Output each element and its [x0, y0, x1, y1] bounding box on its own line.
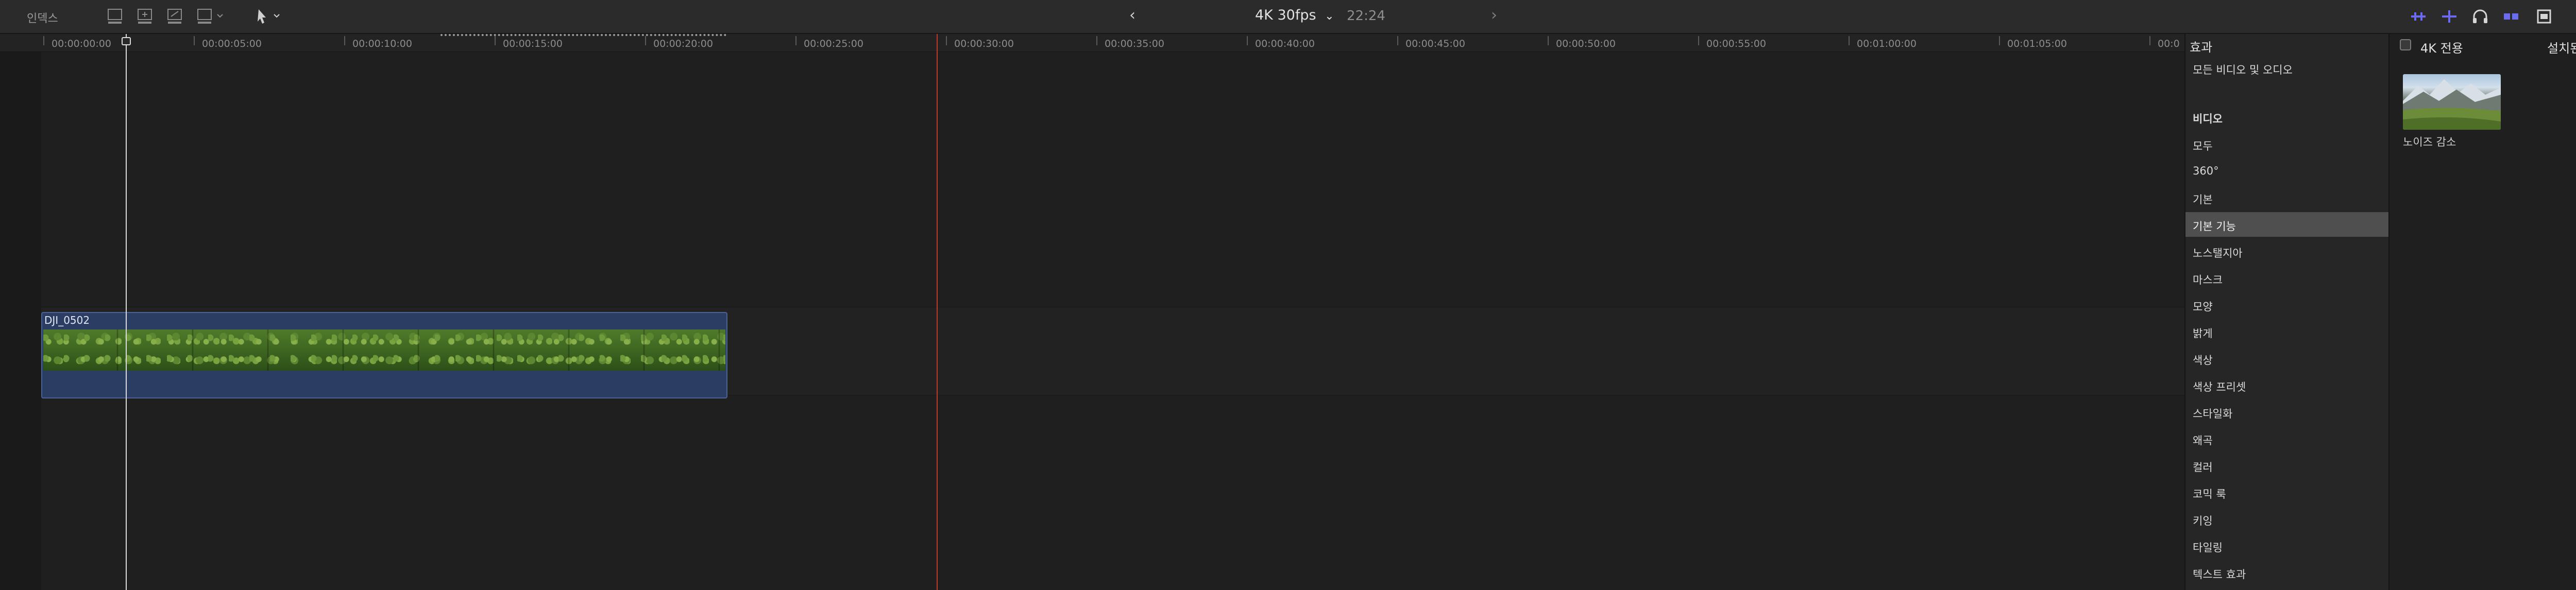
- effects-title: 효과: [2190, 40, 2213, 55]
- effects-category[interactable]: 컬러: [2185, 453, 2388, 478]
- ruler-label: 00:00:40:00: [1255, 38, 1315, 49]
- ruler-label: 00:00:15:00: [503, 38, 563, 49]
- effects-category[interactable]: 키잉: [2185, 507, 2388, 531]
- effects-category[interactable]: 색상 프리셋: [2185, 373, 2388, 397]
- only-4k-label: 4K 전용: [2420, 41, 2463, 56]
- effects-category[interactable]: 스타일화: [2185, 400, 2388, 424]
- ruler-tick: [344, 36, 345, 45]
- ruler-tick: [1548, 36, 1549, 45]
- timeline-ruler[interactable]: 00:00:00:00 00:00:05:00 00:00:10:00 00:0…: [0, 34, 2184, 52]
- effects-category[interactable]: 색상: [2185, 346, 2388, 371]
- ruler-tick: [645, 36, 646, 45]
- snapping-icon[interactable]: [2502, 8, 2520, 25]
- effects-category[interactable]: 텍스트 효과: [2185, 560, 2388, 585]
- effects-category[interactable]: 타일링: [2185, 533, 2388, 558]
- ruler-label: 00:00:10:00: [352, 38, 412, 49]
- chevron-down-icon: ⌄: [1325, 10, 1334, 23]
- ruler-label: 00:00:50:00: [1556, 38, 1616, 49]
- ruler-tick: [2149, 36, 2150, 45]
- effects-category-all[interactable]: 모든 비디오 및 오디오: [2185, 56, 2388, 80]
- effects-category[interactable]: 노스탤지아: [2185, 239, 2388, 264]
- effect-name: 노이즈 감소: [2403, 136, 2456, 148]
- effects-category[interactable]: 360°: [2185, 159, 2388, 183]
- next-arrow[interactable]: ›: [1491, 6, 1497, 24]
- ruler-tick: [1096, 36, 1097, 45]
- ruler-label: 00:00:05:00: [202, 38, 262, 49]
- effects-category[interactable]: 왜곡: [2185, 426, 2388, 451]
- ruler-tick: [1397, 36, 1398, 45]
- headphones-icon[interactable]: [2471, 8, 2489, 25]
- ruler-tick: [946, 36, 947, 45]
- ruler-label: 00:00:55:00: [1706, 38, 1766, 49]
- ruler-label: 00:0: [2158, 38, 2180, 49]
- clip-overwrite-icon[interactable]: [165, 7, 185, 26]
- ruler-tick: [1999, 36, 2000, 45]
- ruler-label: 00:00:25:00: [804, 38, 863, 49]
- effects-category[interactable]: 기본: [2185, 185, 2388, 210]
- select-tool-icon[interactable]: [255, 7, 291, 26]
- clip-insert-icon[interactable]: [135, 7, 156, 26]
- ruler-label: 00:01:05:00: [2007, 38, 2067, 49]
- effects-category-selected[interactable]: 기본 기능: [2185, 212, 2388, 237]
- ruler-label: 00:00:45:00: [1405, 38, 1465, 49]
- ruler-tick: [43, 36, 44, 45]
- skimmer-line: [937, 34, 938, 590]
- video-clip[interactable]: DJI_0502: [41, 312, 727, 398]
- installed-effects-popup[interactable]: 설치된 효과: [2547, 38, 2576, 56]
- audio-meter-icon[interactable]: [2409, 8, 2428, 25]
- ruler-tick: [495, 36, 496, 45]
- top-toolbar: 인덱스 ‹ 4K 30fps ⌄ 22:24 ›: [0, 0, 2576, 34]
- ruler-label: 00:00:35:00: [1105, 38, 1164, 49]
- clip-name: DJI_0502: [44, 314, 90, 326]
- ruler-label: 00:00:00:00: [52, 38, 111, 49]
- playhead-handle[interactable]: [122, 37, 131, 45]
- skimming-icon[interactable]: [2440, 8, 2459, 25]
- effect-thumbnail[interactable]: [2403, 74, 2501, 130]
- ruler-tick: [795, 36, 796, 45]
- ruler-tick: [1849, 36, 1850, 45]
- clip-append-icon[interactable]: [105, 7, 126, 26]
- format-label: 4K 30fps: [1255, 7, 1316, 23]
- index-button[interactable]: 인덱스: [27, 9, 58, 26]
- effects-group-video[interactable]: 비디오: [2185, 105, 2388, 129]
- effects-category[interactable]: 마스크: [2185, 266, 2388, 290]
- effects-sidebar: 효과 모든 비디오 및 오디오 비디오 모두 360° 기본 기본 기능 노스탤…: [2184, 34, 2388, 590]
- timeline[interactable]: 00:00:00:00 00:00:05:00 00:00:10:00 00:0…: [0, 34, 2184, 590]
- playhead[interactable]: [126, 34, 127, 590]
- clip-appearance-icon[interactable]: [2535, 8, 2553, 25]
- ruler-label: 00:00:30:00: [954, 38, 1014, 49]
- range-selection-indicator: [440, 34, 726, 36]
- ruler-label: 00:01:00:00: [1857, 38, 1917, 49]
- effects-category[interactable]: 밝게: [2185, 319, 2388, 344]
- effects-browser: 4K 전용 설치된 효과 ⇕ 노이즈 감소: [2388, 34, 2576, 590]
- timeline-gutter: [0, 34, 41, 590]
- effects-category[interactable]: 코믹 룩: [2185, 480, 2388, 505]
- effects-category[interactable]: 모두: [2185, 132, 2388, 157]
- ruler-tick: [1247, 36, 1248, 45]
- previous-arrow[interactable]: ‹: [1129, 6, 1136, 24]
- timecode-display: 22:24: [1347, 8, 1385, 24]
- ruler-label: 00:00:20:00: [653, 38, 713, 49]
- effects-category[interactable]: 모양: [2185, 292, 2388, 317]
- ruler-tick: [194, 36, 195, 45]
- clip-connect-icon[interactable]: [195, 7, 231, 26]
- only-4k-checkbox[interactable]: [2400, 39, 2411, 50]
- project-format-dropdown[interactable]: 4K 30fps ⌄: [1255, 7, 1334, 23]
- ruler-tick: [1698, 36, 1699, 45]
- clip-filmstrip: [43, 329, 725, 371]
